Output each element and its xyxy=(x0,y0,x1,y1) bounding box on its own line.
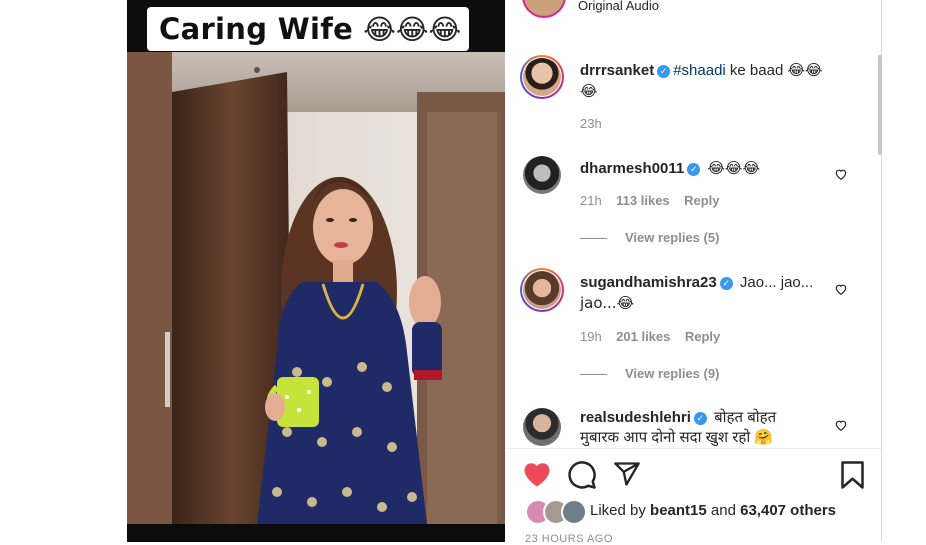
comment-avatar xyxy=(523,271,561,309)
video-frame-image xyxy=(127,52,505,524)
video-caption-title: Caring Wife xyxy=(159,12,354,46)
share-icon[interactable] xyxy=(612,460,642,488)
comment-item: dharmesh0011 ✓ 😂😂😂 xyxy=(580,158,850,179)
comment-meta: 21h 113 likes Reply xyxy=(580,193,720,208)
comment-text: 😂😂😂 xyxy=(707,159,760,177)
reel-video[interactable]: Caring Wife 😂😂😂 xyxy=(127,0,505,542)
comment-text: बोहत बोहत xyxy=(714,409,777,426)
comment-username[interactable]: realsudeshlehri xyxy=(580,409,691,426)
comment-text: Jao... jao... xyxy=(739,274,814,291)
caption-emojis: 😂😂 xyxy=(787,61,823,79)
post-age: 23h xyxy=(580,116,602,131)
heart-icon[interactable] xyxy=(522,460,552,488)
comment-likes[interactable]: 113 likes xyxy=(616,193,670,208)
reply-button[interactable]: Reply xyxy=(684,193,719,208)
post-caption: drrrsanket ✓ #shaadi ke baad 😂😂 😂 xyxy=(580,60,850,102)
comment-age: 21h xyxy=(580,193,602,208)
liked-by-others[interactable]: 63,407 others xyxy=(740,502,836,519)
left-margin xyxy=(0,0,127,542)
comment-text-line2: jao...😂 xyxy=(580,294,635,312)
liked-by-summary: Liked by beant15 and 63,407 others xyxy=(590,502,836,519)
comment-username[interactable]: sugandhamishra23 xyxy=(580,274,717,291)
comment-likes[interactable]: 201 likes xyxy=(616,329,670,344)
video-caption-banner: Caring Wife 😂😂😂 xyxy=(147,7,469,51)
video-caption-emojis: 😂😂😂 xyxy=(363,12,462,46)
reply-button[interactable]: Reply xyxy=(685,329,720,344)
post-author-username[interactable]: drrrsanket xyxy=(580,62,654,79)
bookmark-icon[interactable] xyxy=(839,460,866,490)
comment-item: realsudeshlehri ✓ बोहत बोहत मुबारक आप दोन… xyxy=(580,408,850,446)
post-timestamp: 23 HOURS AGO xyxy=(525,533,613,545)
comment-meta: 19h 201 likes Reply xyxy=(580,329,720,344)
comment-avatar-ring[interactable] xyxy=(520,268,564,312)
verified-icon: ✓ xyxy=(693,412,707,425)
caption-text: ke baad xyxy=(725,62,788,79)
view-replies-button[interactable]: View replies (9) xyxy=(580,366,719,381)
liked-by-middle: and xyxy=(706,502,741,519)
verified-icon: ✓ xyxy=(719,277,733,290)
comment-avatar[interactable] xyxy=(523,156,561,194)
post-author-avatar xyxy=(523,58,561,96)
comment-item: sugandhamishra23 ✓ Jao... jao... jao...😂 xyxy=(580,273,850,314)
actions-divider xyxy=(505,448,881,449)
video-bottom-bar xyxy=(127,524,505,542)
liked-by-user[interactable]: beant15 xyxy=(650,502,707,519)
verified-icon: ✓ xyxy=(657,65,671,78)
verified-icon: ✓ xyxy=(687,163,701,176)
right-margin xyxy=(882,0,926,542)
caption-emojis-line2: 😂 xyxy=(580,82,598,100)
comment-icon[interactable] xyxy=(567,460,597,490)
liked-by-prefix: Liked by xyxy=(590,502,651,519)
comment-avatar[interactable] xyxy=(523,408,561,446)
comment-username[interactable]: dharmesh0011 xyxy=(580,160,684,177)
comment-like-heart-icon[interactable] xyxy=(834,167,848,181)
comment-like-heart-icon[interactable] xyxy=(834,418,848,432)
comment-age: 19h xyxy=(580,329,602,344)
comment-text-line2: मुबारक आप दोनो सदा खुश रहो 🤗 xyxy=(580,429,774,446)
hashtag-link[interactable]: #shaadi xyxy=(673,62,726,79)
view-replies-label: View replies (9) xyxy=(625,366,720,381)
view-replies-button[interactable]: View replies (5) xyxy=(580,230,719,245)
post-author-avatar-ring[interactable] xyxy=(520,55,564,99)
comment-like-heart-icon[interactable] xyxy=(834,282,848,296)
original-audio-link[interactable]: Original Audio xyxy=(578,0,659,13)
liker-avatar[interactable] xyxy=(561,499,587,525)
view-replies-label: View replies (5) xyxy=(625,230,720,245)
